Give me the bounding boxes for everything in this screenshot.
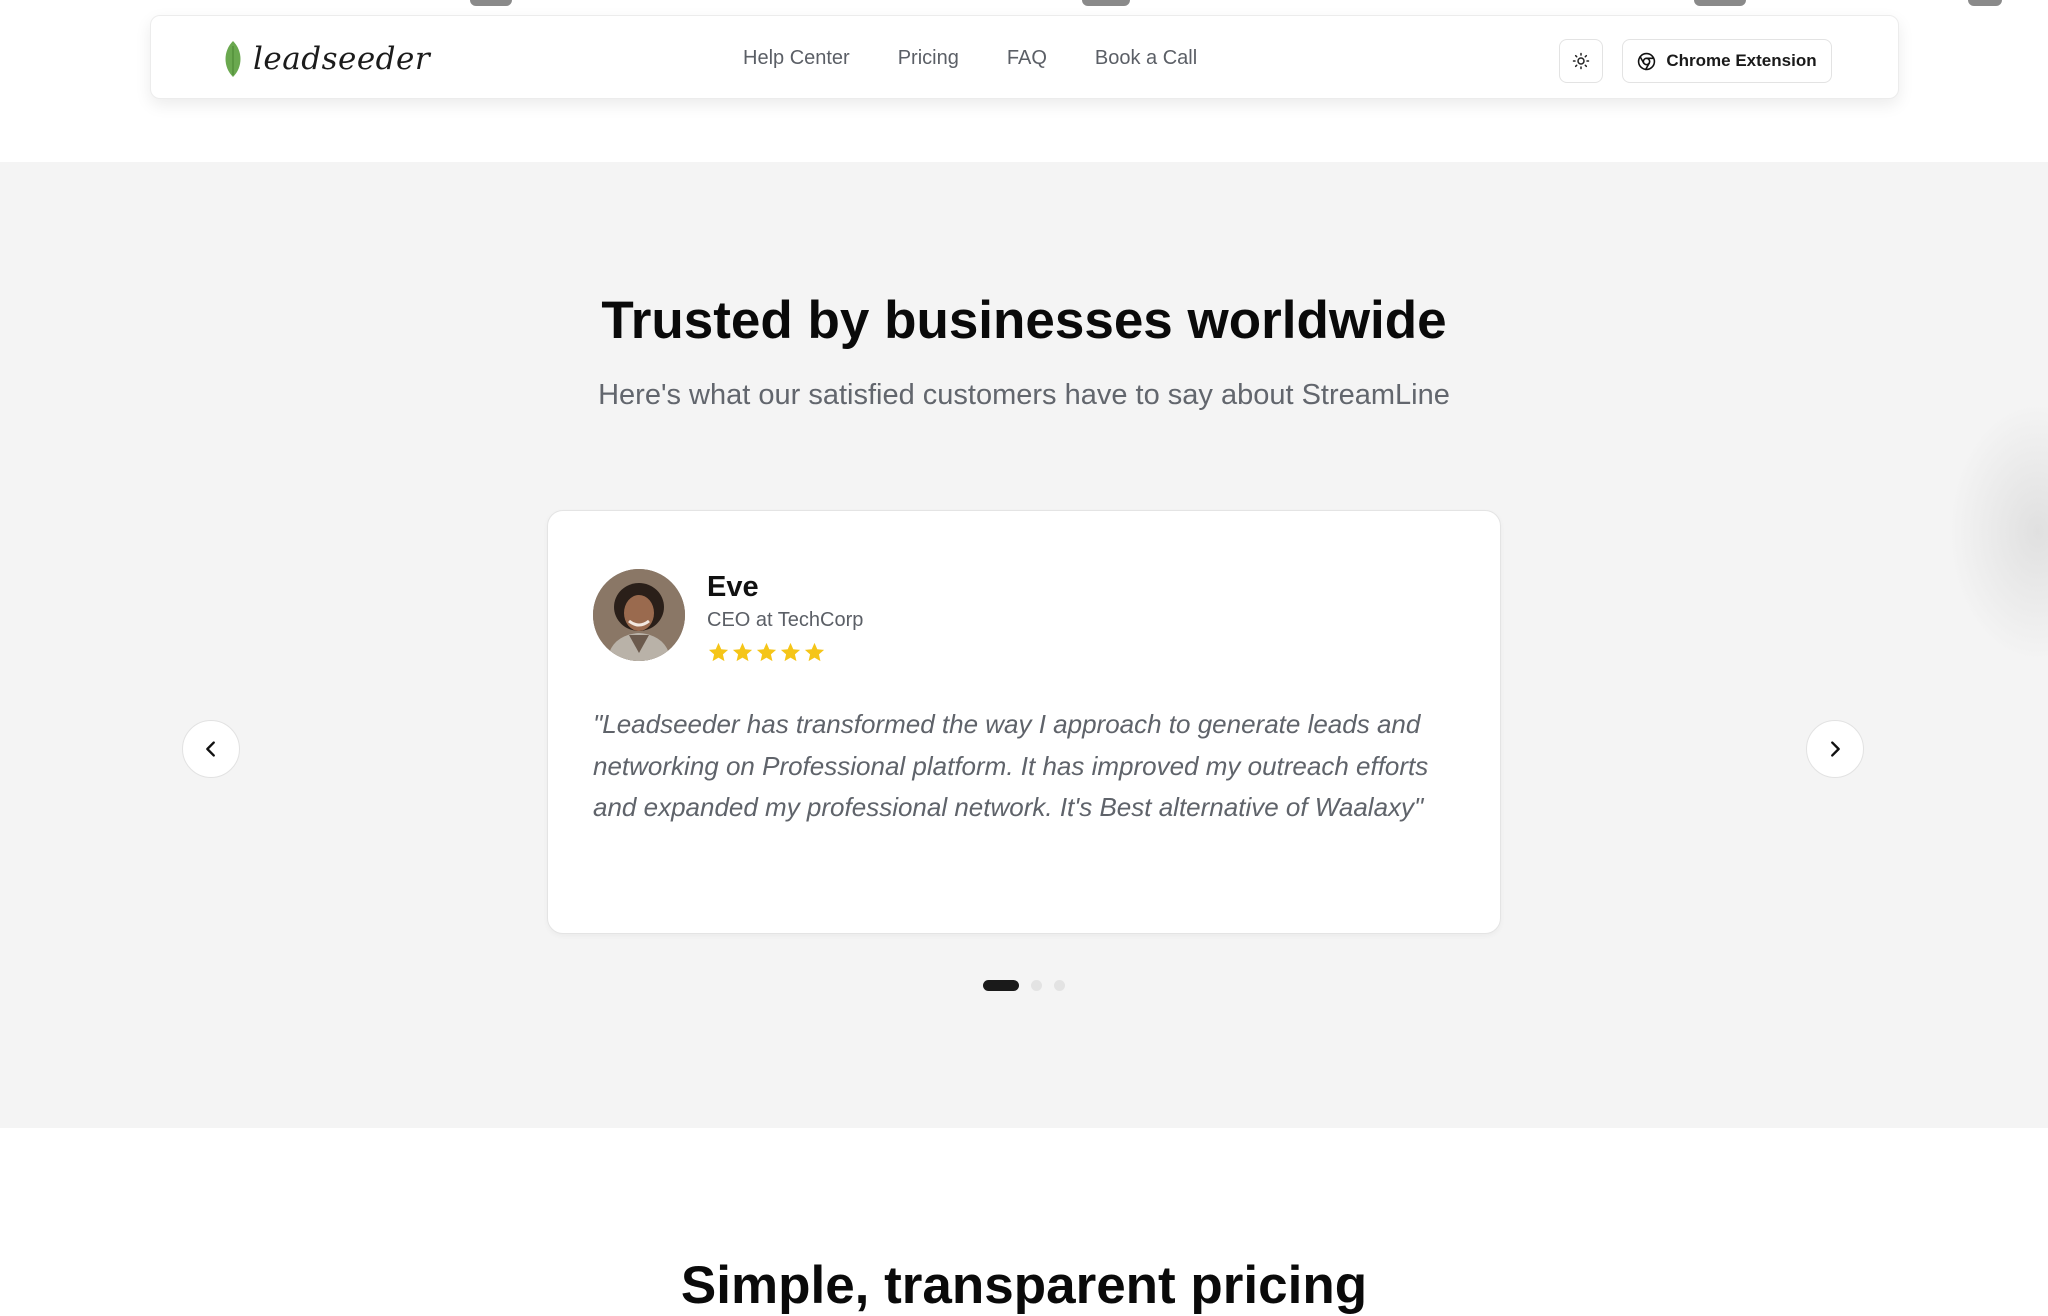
avatar-photo xyxy=(593,569,685,661)
star-icon xyxy=(804,642,825,662)
testimonials-section: Trusted by businesses worldwide Here's w… xyxy=(0,162,2048,1128)
carousel-dot-3[interactable] xyxy=(1054,980,1065,991)
star-icon xyxy=(780,642,801,662)
testimonial-name: Eve xyxy=(707,571,759,603)
sun-icon xyxy=(1572,52,1590,70)
testimonial-role: CEO at TechCorp xyxy=(707,609,864,631)
carousel-dot-1[interactable] xyxy=(983,980,1019,991)
logo[interactable]: leadseeder xyxy=(221,40,430,78)
carousel-indicators xyxy=(983,980,1065,991)
partial-element xyxy=(470,0,512,6)
site-header: leadseeder Help Center Pricing FAQ Book … xyxy=(150,15,1899,99)
pricing-section-title: Simple, transparent pricing xyxy=(680,1256,1368,1315)
star-icon xyxy=(732,642,753,662)
section-subtitle: Here's what our satisfied customers have… xyxy=(598,379,1450,411)
section-title: Trusted by businesses worldwide xyxy=(601,291,1447,350)
partial-element xyxy=(1968,0,2002,6)
theme-toggle-button[interactable] xyxy=(1559,39,1603,83)
previous-slide-button[interactable] xyxy=(182,720,240,778)
testimonial-quote: "Leadseeder has transformed the way I ap… xyxy=(593,709,1429,822)
partial-element xyxy=(1082,0,1130,6)
logo-text: leadseeder xyxy=(253,41,431,77)
chrome-extension-label: Chrome Extension xyxy=(1666,51,1817,70)
rating-stars xyxy=(707,641,826,664)
decorative-glow xyxy=(1948,402,2048,662)
next-slide-button[interactable] xyxy=(1806,720,1864,778)
carousel-dot-2[interactable] xyxy=(1031,980,1042,991)
nav-link-faq[interactable]: FAQ xyxy=(1007,47,1047,70)
main-nav: Help Center Pricing FAQ Book a Call xyxy=(743,16,1197,100)
chevron-left-icon xyxy=(206,741,215,757)
chrome-extension-button[interactable]: Chrome Extension xyxy=(1622,39,1832,83)
testimonial-card: Eve CEO at TechCorp "Leadseeder has tran… xyxy=(547,510,1501,934)
star-icon xyxy=(708,642,729,662)
nav-link-book-a-call[interactable]: Book a Call xyxy=(1095,47,1197,70)
chevron-right-icon xyxy=(1831,741,1840,757)
star-icon xyxy=(756,642,777,662)
chrome-icon xyxy=(1638,52,1656,70)
avatar xyxy=(593,569,685,661)
leaf-icon xyxy=(225,41,241,77)
partial-element xyxy=(1694,0,1746,6)
nav-link-help-center[interactable]: Help Center xyxy=(743,47,850,70)
nav-link-pricing[interactable]: Pricing xyxy=(898,47,959,70)
